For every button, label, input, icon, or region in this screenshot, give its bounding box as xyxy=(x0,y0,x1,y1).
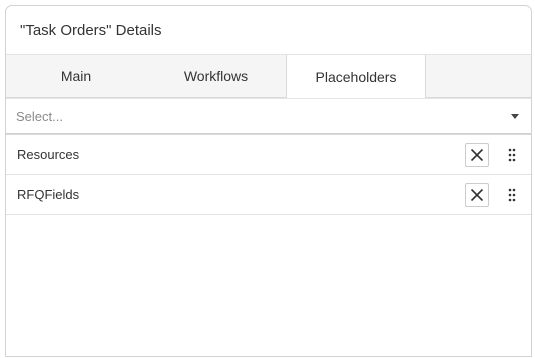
select-placeholder: Select... xyxy=(16,108,63,124)
list-item-label: RFQFields xyxy=(17,187,80,202)
tab-placeholders[interactable]: Placeholders xyxy=(286,55,426,98)
chevron-down-icon xyxy=(511,113,519,119)
remove-button[interactable] xyxy=(465,182,489,207)
close-icon xyxy=(470,188,484,201)
details-panel: "Task Orders" Details Main Workflows Pla… xyxy=(5,5,532,357)
tab-main[interactable]: Main xyxy=(6,55,146,97)
list-item: RFQFields xyxy=(6,175,531,215)
panel-title: "Task Orders" Details xyxy=(6,6,531,55)
drag-handle[interactable] xyxy=(505,145,519,165)
drag-handle-icon xyxy=(508,188,516,201)
close-icon xyxy=(470,148,484,161)
placeholder-select[interactable]: Select... xyxy=(6,98,531,134)
tab-workflows[interactable]: Workflows xyxy=(146,55,286,97)
tab-bar: Main Workflows Placeholders xyxy=(6,55,531,98)
placeholder-list: Resources RFQFields xyxy=(6,134,531,215)
list-item: Resources xyxy=(6,135,531,175)
remove-button[interactable] xyxy=(465,142,489,167)
drag-handle[interactable] xyxy=(505,185,519,205)
list-item-label: Resources xyxy=(17,147,80,162)
drag-handle-icon xyxy=(508,148,516,161)
